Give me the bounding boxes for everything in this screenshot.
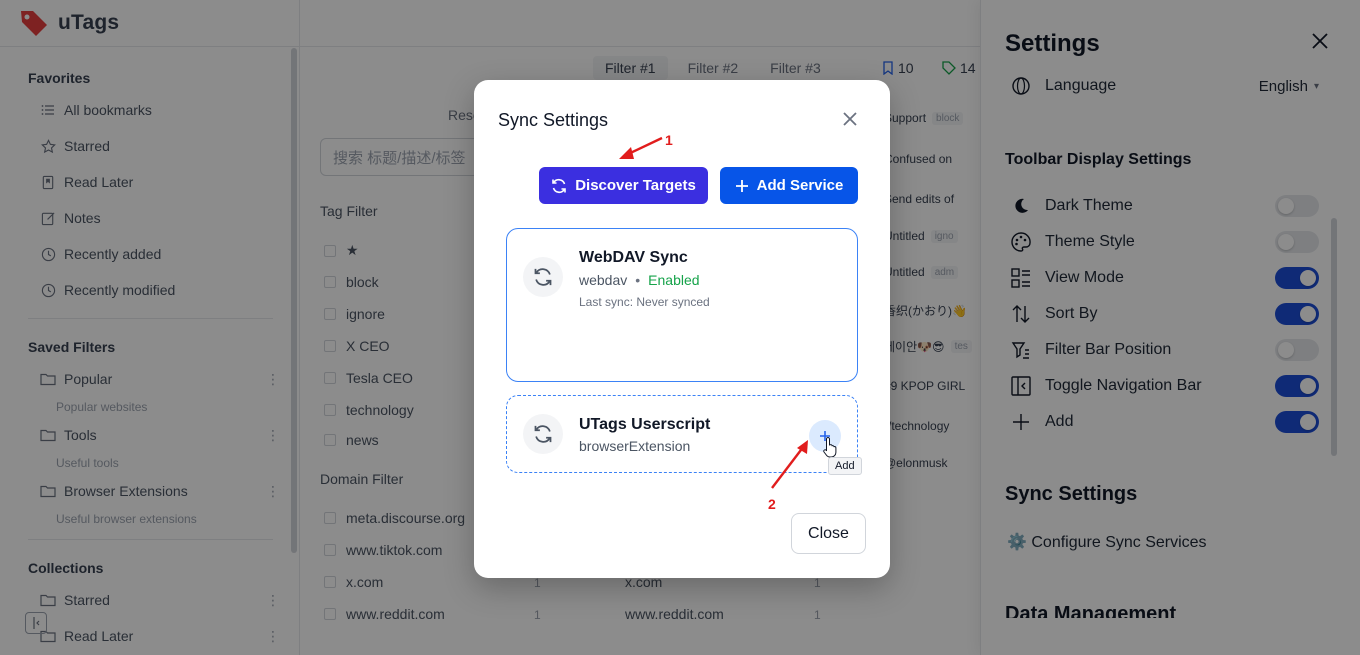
sync-icon [523, 257, 563, 297]
discover-targets-button[interactable]: Discover Targets [539, 167, 708, 204]
modal-close-button[interactable] [840, 110, 860, 130]
plus-icon [735, 179, 748, 192]
annotation-number: 1 [665, 132, 673, 148]
refresh-icon [552, 178, 566, 193]
last-sync-text: Last sync: Never synced [579, 295, 710, 309]
hand-cursor-icon [823, 436, 837, 458]
discover-targets-label: Discover Targets [575, 177, 696, 194]
annotation-arrow-icon [619, 136, 663, 159]
close-button[interactable]: Close [791, 513, 866, 554]
service-type: browserExtension [579, 438, 691, 454]
service-name: UTags Userscript [579, 416, 711, 433]
add-service-button[interactable]: Add Service [720, 167, 858, 204]
annotation-number: 2 [768, 496, 776, 512]
separator: • [635, 272, 641, 288]
service-type: webdav [579, 272, 628, 288]
close-icon [843, 112, 857, 126]
service-card-webdav[interactable]: WebDAV Sync webdav • Enabled Last sync: … [506, 228, 858, 382]
status-badge: Enabled [648, 272, 700, 288]
service-meta: webdav • Enabled [579, 272, 700, 288]
sync-settings-modal: Sync Settings Discover Targets Add Servi… [474, 80, 890, 578]
add-service-label: Add Service [756, 177, 844, 194]
service-name: WebDAV Sync [579, 249, 688, 266]
add-tooltip: Add [828, 457, 862, 475]
modal-title: Sync Settings [498, 110, 609, 130]
sync-icon [523, 414, 563, 454]
annotation-arrow-icon [771, 440, 808, 489]
